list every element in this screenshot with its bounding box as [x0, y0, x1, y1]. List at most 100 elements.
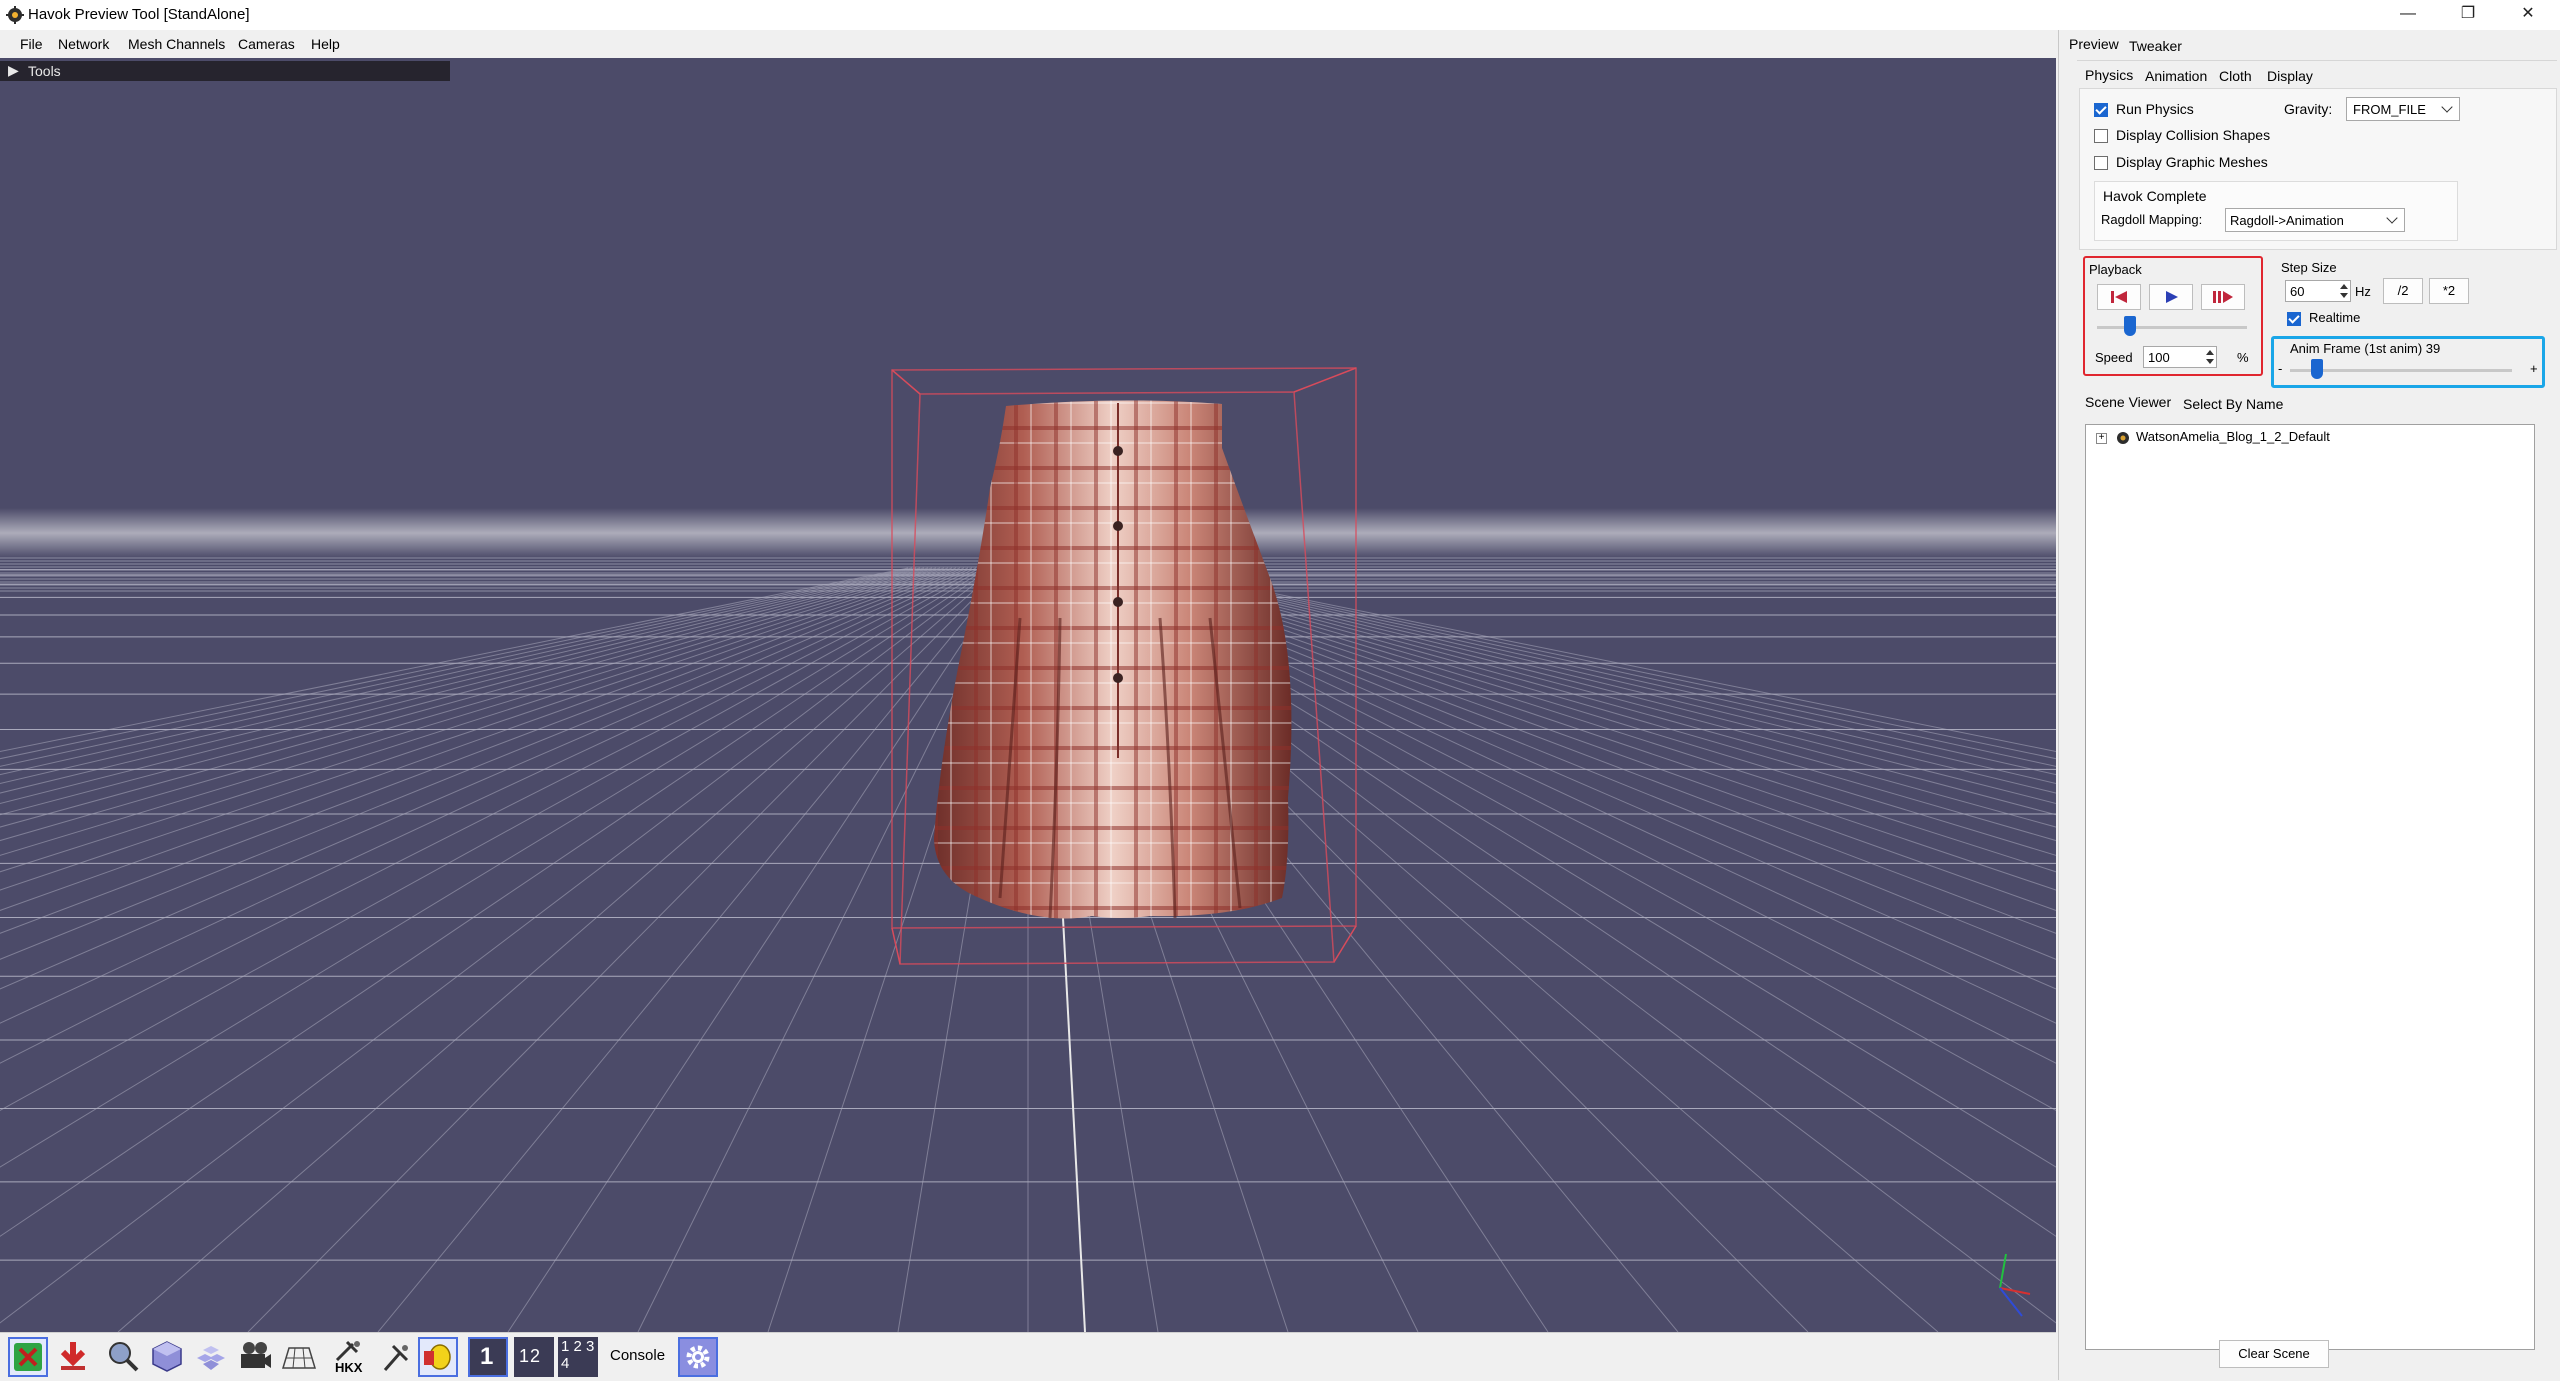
light-icon — [424, 1344, 451, 1370]
display-graphic-label: Display Graphic Meshes — [2116, 154, 2268, 170]
speed-spinbox[interactable]: 100 — [2143, 346, 2217, 368]
layout-single-label: 1 — [480, 1343, 494, 1370]
havok-app-icon — [6, 6, 24, 24]
play-button[interactable] — [2149, 284, 2193, 310]
step-forward-icon — [2213, 291, 2233, 303]
menu-help[interactable]: Help — [311, 36, 340, 52]
menu-mesh-channels[interactable]: Mesh Channels — [128, 36, 225, 52]
display-collision-checkbox[interactable] — [2094, 129, 2108, 143]
tree-expand-icon[interactable]: + — [2096, 433, 2107, 444]
step-forward-button[interactable] — [2201, 284, 2245, 310]
playback-title: Playback — [2089, 262, 2142, 277]
step-size-title: Step Size — [2281, 260, 2337, 275]
chevron-down-icon — [2441, 101, 2453, 113]
restore-icon: ❐ — [2460, 5, 2476, 22]
play-icon — [2166, 291, 2178, 303]
ragdoll-mapping-label: Ragdoll Mapping: — [2101, 212, 2203, 227]
layout-four-label: 1 2 3 4 — [561, 1338, 596, 1372]
right-panel: Preview Tweaker Physics Animation Cloth … — [2058, 30, 2560, 1380]
3d-viewport[interactable]: ▶ Tools — [0, 58, 2056, 1332]
toolbar-camera-button[interactable] — [236, 1337, 276, 1377]
cancel-icon — [14, 1343, 42, 1371]
toolbar-cancel-button[interactable] — [8, 1337, 48, 1377]
tools-label: Tools — [28, 63, 61, 79]
tools-expander[interactable]: ▶ Tools — [0, 61, 450, 81]
hkx-label: HKX — [335, 1360, 363, 1375]
tab-animation[interactable]: Animation — [2145, 68, 2207, 84]
close-button[interactable]: ✕ — [2500, 0, 2556, 30]
run-physics-label: Run Physics — [2116, 101, 2194, 117]
toolbar-light-button[interactable] — [418, 1337, 458, 1377]
ragdoll-mapping-value: Ragdoll->Animation — [2230, 213, 2344, 228]
playback-slider-thumb[interactable] — [2124, 316, 2136, 336]
toolbar-pin-button[interactable] — [378, 1337, 418, 1377]
playback-group: Playback Speed 100 % — [2083, 256, 2263, 376]
anim-frame-group: Anim Frame (1st anim) 39 - + — [2271, 336, 2545, 388]
grid-icon — [281, 1347, 317, 1369]
toolbar-hkx-button[interactable]: HKX — [330, 1337, 370, 1377]
pin-icon — [383, 1344, 409, 1371]
menu-cameras[interactable]: Cameras — [238, 36, 295, 52]
tab-select-by-name[interactable]: Select By Name — [2183, 396, 2283, 412]
minimize-button[interactable]: — — [2380, 0, 2436, 30]
settings-button[interactable] — [678, 1337, 718, 1377]
skip-back-icon — [2111, 291, 2127, 303]
tab-cloth[interactable]: Cloth — [2219, 68, 2252, 84]
ragdoll-mapping-select[interactable]: Ragdoll->Animation — [2225, 208, 2405, 232]
anim-frame-label: Anim Frame (1st anim) 39 — [2290, 341, 2441, 356]
close-icon: ✕ — [2521, 5, 2535, 22]
layout-single-button[interactable]: 1 — [468, 1337, 508, 1377]
step-size-group: Step Size 60 Hz /2 *2 Realtime — [2281, 258, 2533, 326]
speed-value: 100 — [2148, 350, 2170, 365]
tab-scene-viewer[interactable]: Scene Viewer — [2085, 394, 2171, 410]
step-size-spinbox[interactable]: 60 — [2285, 280, 2351, 302]
console-button[interactable]: Console — [610, 1347, 665, 1364]
run-physics-checkbox[interactable] — [2094, 103, 2108, 117]
display-collision-label: Display Collision Shapes — [2116, 127, 2271, 143]
clear-scene-button[interactable]: Clear Scene — [2219, 1340, 2329, 1368]
toolbar-grid-button[interactable] — [280, 1337, 320, 1377]
tab-preview[interactable]: Preview — [2069, 36, 2119, 52]
gear-icon — [686, 1345, 710, 1369]
window-title: Havok Preview Tool [StandAlone] — [28, 6, 250, 23]
layout-two-button[interactable]: 1 2 — [514, 1337, 554, 1377]
scene-tree-item[interactable]: WatsonAmelia_Blog_1_2_Default — [2136, 429, 2330, 444]
minimize-icon: — — [2400, 5, 2416, 22]
gravity-value: FROM_FILE — [2353, 102, 2426, 117]
zoom-icon — [109, 1342, 139, 1372]
bottom-toolbar: HKX 1 1 2 1 2 3 4 Console — [0, 1332, 2056, 1381]
realtime-checkbox[interactable] — [2287, 312, 2301, 326]
step-size-value: 60 — [2290, 284, 2305, 299]
anim-frame-slider-track[interactable] — [2290, 369, 2512, 372]
tab-physics[interactable]: Physics — [2085, 67, 2133, 83]
anim-frame-slider-thumb[interactable] — [2310, 359, 2323, 379]
skirt-mesh — [934, 400, 1292, 919]
gravity-select[interactable]: FROM_FILE — [2346, 97, 2460, 121]
toolbar-zoom-button[interactable] — [104, 1337, 144, 1377]
toolbar-import-button[interactable] — [54, 1337, 94, 1377]
anim-frame-plus[interactable]: + — [2530, 361, 2538, 376]
menu-network[interactable]: Network — [58, 36, 109, 52]
layout-four-button[interactable]: 1 2 3 4 — [558, 1337, 598, 1377]
menu-file[interactable]: File — [20, 36, 43, 52]
double-step-button[interactable]: *2 — [2429, 278, 2469, 304]
spin-up-icon — [2340, 284, 2348, 289]
tab-tweaker[interactable]: Tweaker — [2129, 38, 2182, 54]
spin-down-icon — [2340, 293, 2348, 298]
speed-label: Speed — [2095, 350, 2133, 365]
tab-display[interactable]: Display — [2267, 68, 2313, 84]
title-bar: Havok Preview Tool [StandAlone] — ❐ ✕ — [0, 0, 2560, 30]
spin-up-icon — [2206, 350, 2214, 355]
display-graphic-checkbox[interactable] — [2094, 156, 2108, 170]
toolbar-cube-button[interactable] — [148, 1337, 188, 1377]
toolbar-cubes-button[interactable] — [192, 1337, 232, 1377]
rewind-button[interactable] — [2097, 284, 2141, 310]
playback-slider-track[interactable] — [2097, 326, 2247, 329]
physics-panel: Run Physics Display Collision Shapes Dis… — [2079, 88, 2557, 250]
half-step-button[interactable]: /2 — [2383, 278, 2423, 304]
viewport-scene — [0, 367, 2056, 1332]
expand-arrow-icon: ▶ — [8, 62, 19, 78]
anim-frame-minus[interactable]: - — [2278, 361, 2282, 376]
restore-button[interactable]: ❐ — [2440, 0, 2496, 30]
scene-tree[interactable]: + WatsonAmelia_Blog_1_2_Default — [2085, 424, 2535, 1350]
